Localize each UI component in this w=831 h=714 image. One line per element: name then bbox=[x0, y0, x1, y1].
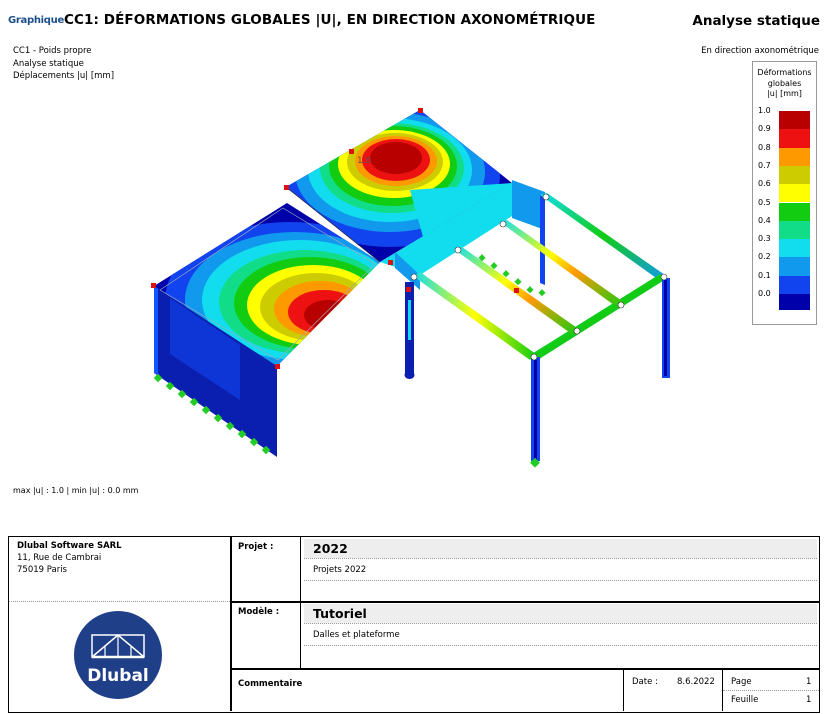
date-value: 8.6.2022 bbox=[677, 677, 715, 687]
legend-value-label: 0.7 bbox=[758, 160, 771, 170]
legend-color-swatch bbox=[779, 184, 810, 203]
legend-color-swatch bbox=[779, 111, 810, 130]
legend-value-label: 1.0 bbox=[758, 106, 771, 115]
legend-value-label: 0.6 bbox=[758, 179, 771, 189]
date-label: Date : bbox=[632, 677, 658, 687]
legend-color-swatch bbox=[779, 257, 810, 276]
legend-title: Déformations globales |u| [mm] bbox=[753, 68, 816, 100]
model-description: Dalles et plateforme bbox=[313, 630, 400, 640]
legend-color-swatch bbox=[779, 294, 810, 310]
project-label: Projet : bbox=[238, 542, 274, 552]
logo-text: Dlubal bbox=[87, 666, 149, 686]
company-address-line: 75019 Paris bbox=[17, 565, 67, 575]
page-label: Page bbox=[731, 677, 752, 687]
color-legend: Déformations globales |u| [mm] 1.0 0.9 0.8… bbox=[752, 61, 817, 325]
sheet-value: 1 bbox=[806, 695, 812, 705]
legend-title-line: Déformations bbox=[757, 68, 812, 77]
dlubal-logo: Dlubal bbox=[74, 611, 162, 699]
legend-value-label: 0.0 bbox=[758, 289, 771, 298]
model-label: Modèle : bbox=[238, 607, 280, 617]
min-max-summary: max |u| : 1.0 | min |u| : 0.0 mm bbox=[13, 486, 139, 495]
legend-title-line: globales bbox=[767, 78, 802, 88]
legend-title-line: |u| [mm] bbox=[767, 89, 802, 98]
legend-value-label: 0.3 bbox=[758, 234, 771, 244]
title-block: Dlubal Software SARL 11, Rue de Cambrai … bbox=[8, 536, 820, 713]
model-value: Tutoriel bbox=[313, 606, 367, 621]
project-value: 2022 bbox=[313, 541, 348, 556]
company-name: Dlubal Software SARL bbox=[17, 541, 122, 551]
legend-value-label: 0.4 bbox=[758, 215, 771, 225]
legend-value-label: 0.9 bbox=[758, 124, 771, 134]
legend-color-swatch bbox=[779, 275, 810, 294]
legend-color-swatch bbox=[779, 129, 810, 148]
max-value-marker: 1.0 bbox=[357, 156, 372, 166]
legend-color-swatch bbox=[779, 239, 810, 258]
page-value: 1 bbox=[806, 677, 812, 687]
legend-value-label: 0.2 bbox=[758, 252, 771, 262]
comment-label: Commentaire bbox=[238, 679, 303, 689]
legend-color-swatch bbox=[779, 202, 810, 221]
legend-color-swatch bbox=[779, 220, 810, 240]
legend-value-label: 0.1 bbox=[758, 270, 771, 280]
sheet-label: Feuille bbox=[731, 695, 759, 705]
project-description: Projets 2022 bbox=[313, 565, 367, 575]
legend-value-label: 0.8 bbox=[758, 142, 771, 152]
bridge-logo-icon: Dlubal bbox=[87, 634, 149, 686]
legend-value-label: 0.5 bbox=[758, 197, 771, 207]
company-address-line: 11, Rue de Cambrai bbox=[17, 553, 102, 563]
legend-color-swatch bbox=[779, 147, 810, 166]
legend-color-swatch bbox=[779, 165, 810, 185]
